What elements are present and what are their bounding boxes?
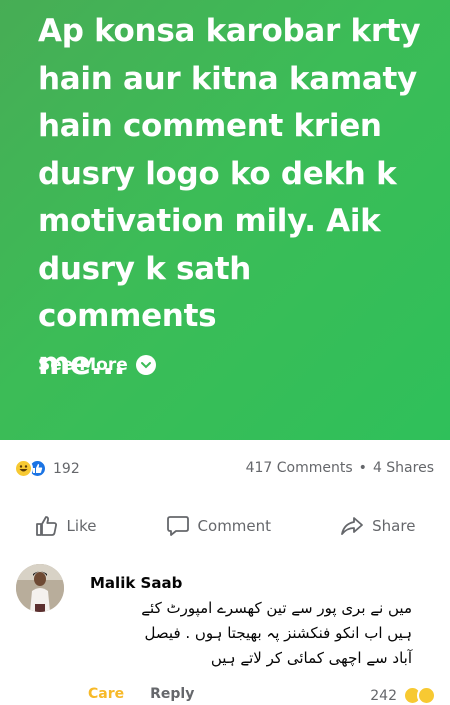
comment-bubble-icon — [166, 516, 189, 536]
post-text: Ap konsa karobar krty hain aur kitna kam… — [38, 13, 421, 382]
care-reaction-button[interactable]: Care — [88, 686, 124, 702]
comment-reaction-count: 242 — [370, 687, 397, 704]
see-more-label: See More — [38, 355, 128, 375]
like-label: Like — [66, 517, 97, 535]
share-label: Share — [372, 517, 416, 535]
comment-actions: Care Reply — [88, 686, 194, 702]
share-button[interactable]: Share — [340, 515, 415, 537]
care-icon — [417, 686, 436, 705]
comment-label: Comment — [197, 517, 272, 535]
post-action-bar: Like Comment Share — [0, 508, 450, 544]
avatar[interactable] — [16, 564, 64, 612]
post-stats: 417 Comments • 4 Shares — [246, 460, 434, 476]
shares-count[interactable]: 4 Shares — [373, 460, 434, 476]
thumbs-up-icon — [35, 516, 57, 536]
see-more-button[interactable]: See More — [38, 355, 156, 375]
comments-count[interactable]: 417 Comments — [246, 460, 353, 476]
share-arrow-icon — [341, 517, 364, 535]
reply-button[interactable]: Reply — [150, 686, 194, 702]
haha-icon — [14, 459, 33, 478]
stats-separator: • — [358, 460, 367, 476]
comment-author[interactable]: Malik Saab — [90, 574, 182, 592]
chevron-down-icon — [135, 355, 156, 375]
post-reactions[interactable]: 192 — [14, 459, 80, 478]
comment-reactions[interactable]: 242 — [370, 686, 436, 705]
comment-text: میں نے بری پور سے تین کھسرے امپورٹ کئے ہ… — [141, 599, 412, 667]
comment-button[interactable]: Comment — [166, 515, 272, 537]
like-button[interactable]: Like — [35, 515, 97, 537]
reaction-count: 192 — [53, 460, 80, 477]
post-background: Ap konsa karobar krty hain aur kitna kam… — [0, 0, 450, 440]
